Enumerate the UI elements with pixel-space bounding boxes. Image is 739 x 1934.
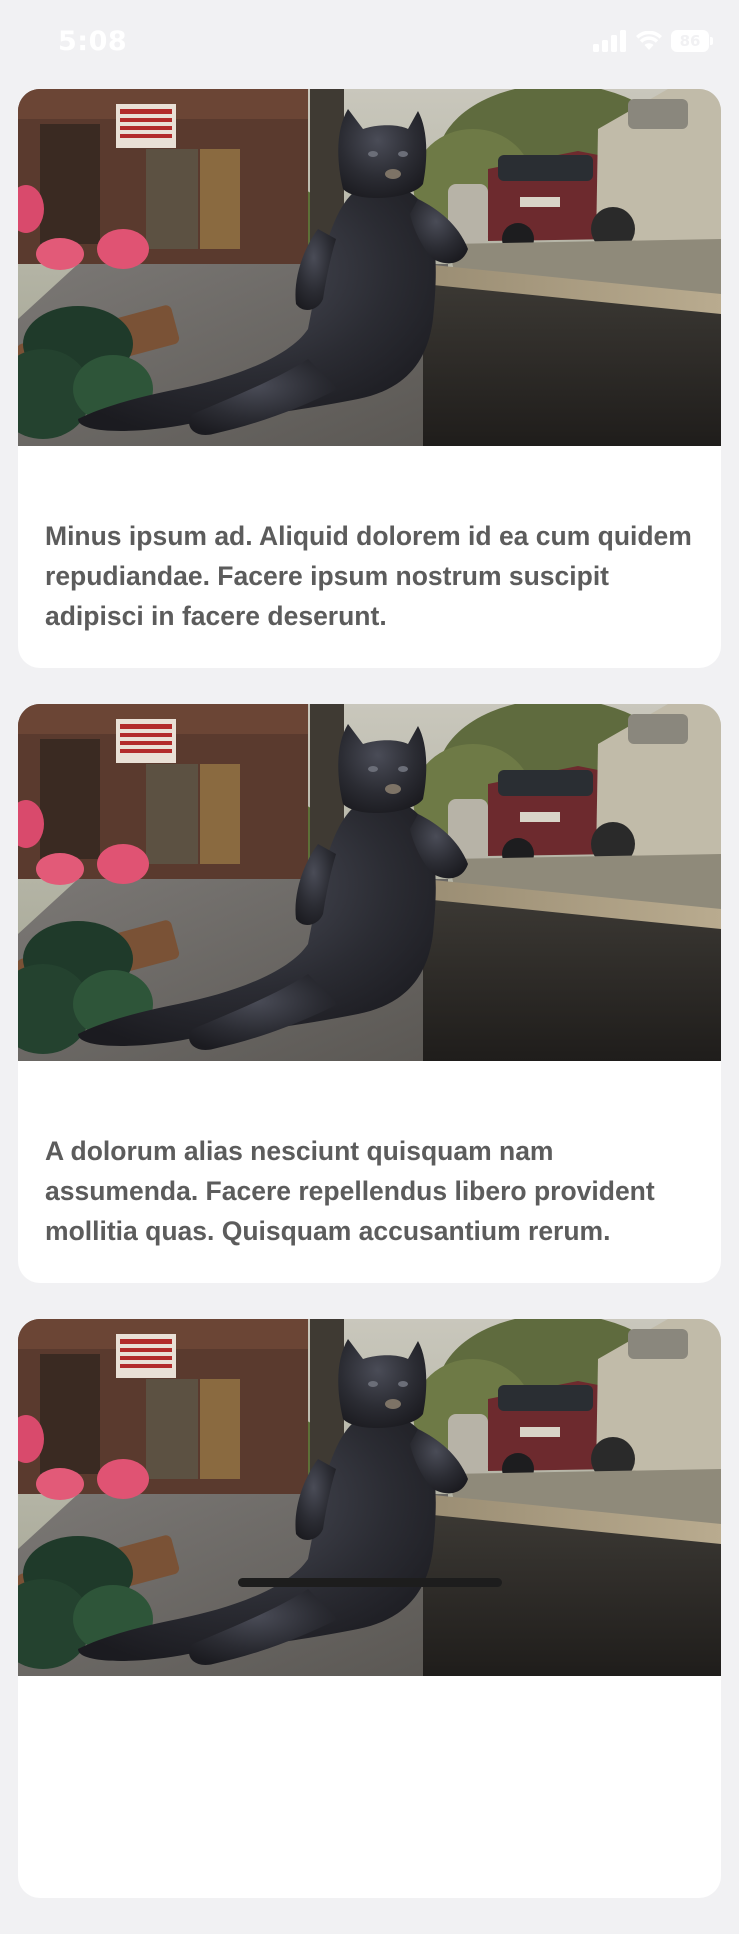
feed-card[interactable] [18,1319,721,1898]
cellular-signal-icon [593,30,626,52]
feed-card[interactable]: Minus ipsum ad. Aliquid dolorem id ea cu… [18,89,721,668]
card-photo [18,1319,721,1676]
card-photo [18,704,721,1061]
feed-card[interactable]: A dolorum alias nesciunt quisquam nam as… [18,704,721,1283]
battery-level: 86 [679,32,701,50]
battery-icon: 86 [671,30,713,52]
status-bar: 5:08 86 [0,0,739,88]
card-text: A dolorum alias nesciunt quisquam nam as… [45,1136,655,1246]
wifi-icon [636,31,662,50]
card-text [18,1676,721,1746]
home-indicator[interactable] [238,1578,502,1587]
status-indicators: 86 [593,30,713,52]
card-photo [18,89,721,446]
status-time: 5:08 [58,26,128,57]
card-feed[interactable]: Minus ipsum ad. Aliquid dolorem id ea cu… [18,89,721,1934]
card-text: Minus ipsum ad. Aliquid dolorem id ea cu… [45,521,692,631]
